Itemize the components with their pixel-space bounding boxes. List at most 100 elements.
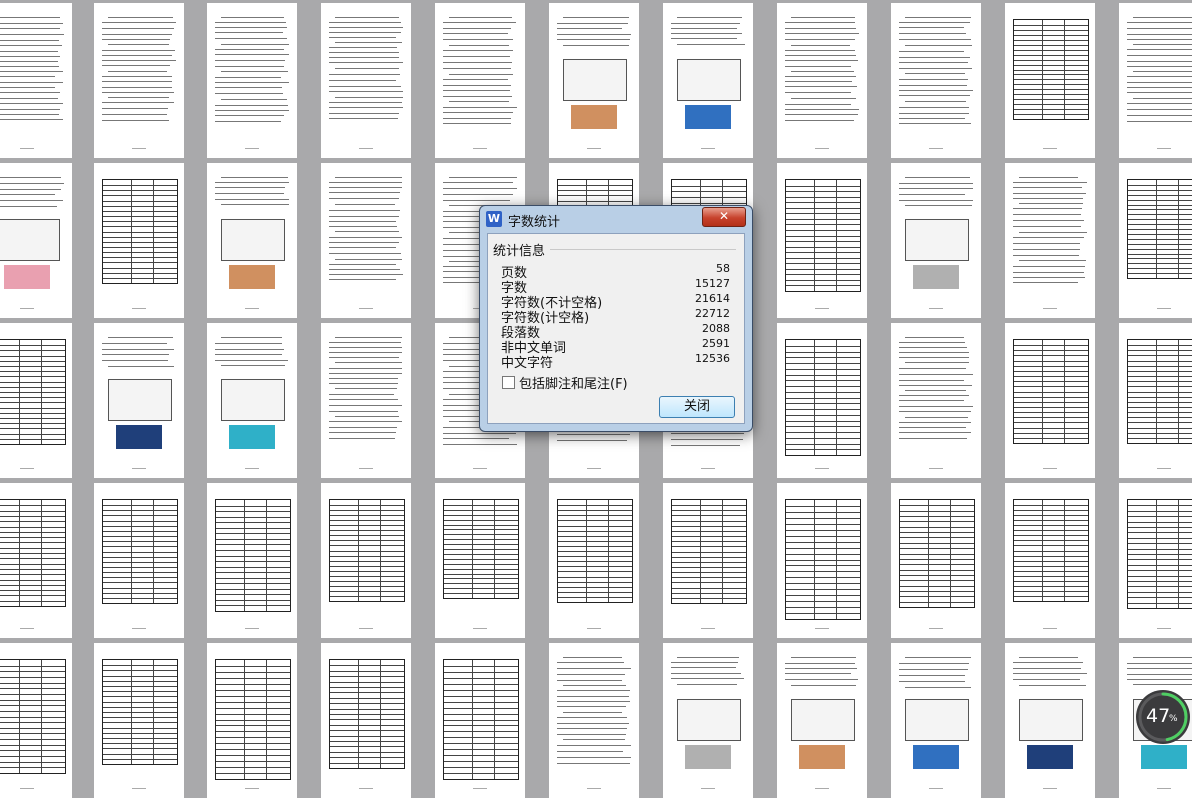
stat-value: 2088: [702, 322, 730, 335]
page-footer: [245, 468, 259, 469]
page-thumbnail[interactable]: [435, 483, 525, 638]
close-icon[interactable]: ✕: [702, 207, 746, 227]
text-line: [329, 347, 402, 348]
table-rule: [900, 569, 974, 571]
page-thumbnail[interactable]: [94, 3, 184, 158]
table-rule: [103, 701, 177, 703]
page-thumbnail[interactable]: [94, 643, 184, 798]
table-rule: [330, 510, 404, 512]
page-thumbnail[interactable]: [1119, 163, 1192, 318]
page-thumbnail[interactable]: [1005, 3, 1095, 158]
page-thumbnail[interactable]: [777, 163, 867, 318]
page-thumbnail[interactable]: [207, 163, 297, 318]
text-line: [557, 662, 624, 663]
page-thumbnail[interactable]: [777, 483, 867, 638]
table-rule: [1014, 585, 1088, 587]
page-thumbnail[interactable]: [0, 323, 72, 478]
table-rule: [0, 537, 65, 539]
page-thumbnail[interactable]: [207, 483, 297, 638]
table-rule: [444, 593, 518, 595]
page-thumbnail[interactable]: [0, 643, 72, 798]
drawing-figure: [905, 699, 969, 741]
include-footnotes-label[interactable]: 包括脚注和尾注(F): [519, 373, 628, 392]
table-rule: [103, 738, 177, 739]
table-rule: [444, 553, 518, 555]
table-rule: [330, 687, 404, 688]
table-rule: [1014, 89, 1088, 91]
drawing-figure: [677, 699, 741, 741]
text-line: [329, 27, 403, 28]
page-thumbnail[interactable]: [321, 323, 411, 478]
page-thumbnail[interactable]: [435, 3, 525, 158]
page-thumbnail[interactable]: [777, 323, 867, 478]
page-thumbnail[interactable]: [663, 3, 753, 158]
page-thumbnail[interactable]: [1005, 643, 1095, 798]
include-footnotes-checkbox[interactable]: [502, 376, 515, 389]
text-line: [557, 39, 630, 40]
page-thumbnail[interactable]: [549, 483, 639, 638]
table-rule: [0, 505, 65, 507]
page-thumbnail[interactable]: [94, 163, 184, 318]
table-rule: [1014, 427, 1088, 429]
text-line: [102, 102, 174, 103]
page-thumbnail[interactable]: [321, 643, 411, 798]
zoom-indicator[interactable]: 47 %: [1136, 690, 1190, 744]
page-thumbnail[interactable]: [1119, 483, 1192, 638]
table-rule: [103, 743, 177, 745]
page-footer: [1043, 468, 1057, 469]
table-rule: [444, 773, 518, 775]
text-line: [329, 102, 402, 103]
page-thumbnail[interactable]: [891, 483, 981, 638]
text-line: [899, 90, 973, 91]
text-line: [557, 763, 630, 764]
page-thumbnail[interactable]: [1005, 483, 1095, 638]
page-thumbnail[interactable]: [891, 3, 981, 158]
page-thumbnail[interactable]: [1005, 323, 1095, 478]
page-thumbnail[interactable]: [94, 323, 184, 478]
page-footer: [1043, 788, 1057, 789]
rendered-part-image: [685, 745, 731, 769]
table-rule: [444, 725, 518, 727]
page-thumbnail[interactable]: [1005, 163, 1095, 318]
page-thumbnail[interactable]: [1119, 323, 1192, 478]
text-line: [905, 417, 968, 418]
table-rule: [1014, 520, 1088, 522]
table-rule: [672, 566, 746, 568]
page-thumbnail[interactable]: [663, 643, 753, 798]
table-rule: [1128, 427, 1192, 429]
close-button[interactable]: 关闭: [659, 396, 735, 418]
page-thumbnail[interactable]: [891, 323, 981, 478]
page-thumbnail[interactable]: [435, 643, 525, 798]
page-thumbnail[interactable]: [0, 483, 72, 638]
page-thumbnail[interactable]: [207, 643, 297, 798]
table-rule: [786, 196, 860, 198]
table-rule: [1014, 580, 1088, 582]
table-rule: [266, 660, 267, 779]
page-thumbnail[interactable]: [0, 3, 72, 158]
page-thumbnail[interactable]: [549, 643, 639, 798]
page-thumbnail[interactable]: [1119, 3, 1192, 158]
page-thumbnail[interactable]: [777, 643, 867, 798]
page-thumbnail[interactable]: [321, 483, 411, 638]
page-thumbnail[interactable]: [0, 163, 72, 318]
page-footer: [1157, 148, 1171, 149]
page-thumbnail[interactable]: [663, 483, 753, 638]
table-rule: [0, 433, 65, 435]
page-thumbnail[interactable]: [891, 643, 981, 798]
text-line: [899, 194, 965, 195]
table-rule: [900, 526, 974, 528]
page-thumbnail[interactable]: [94, 483, 184, 638]
text-line: [1013, 679, 1080, 680]
page-thumbnail[interactable]: [549, 3, 639, 158]
page-thumbnail[interactable]: [207, 323, 297, 478]
page-thumbnail[interactable]: [891, 163, 981, 318]
page-thumbnail[interactable]: [207, 3, 297, 158]
table-rule: [380, 500, 381, 601]
dialog-titlebar[interactable]: W 字数统计 ✕: [480, 206, 752, 233]
page-thumbnail[interactable]: [321, 3, 411, 158]
page-thumbnail[interactable]: [321, 163, 411, 318]
text-line: [671, 23, 740, 24]
text-line: [443, 68, 511, 69]
page-thumbnail[interactable]: [777, 3, 867, 158]
table-rule: [558, 195, 632, 197]
